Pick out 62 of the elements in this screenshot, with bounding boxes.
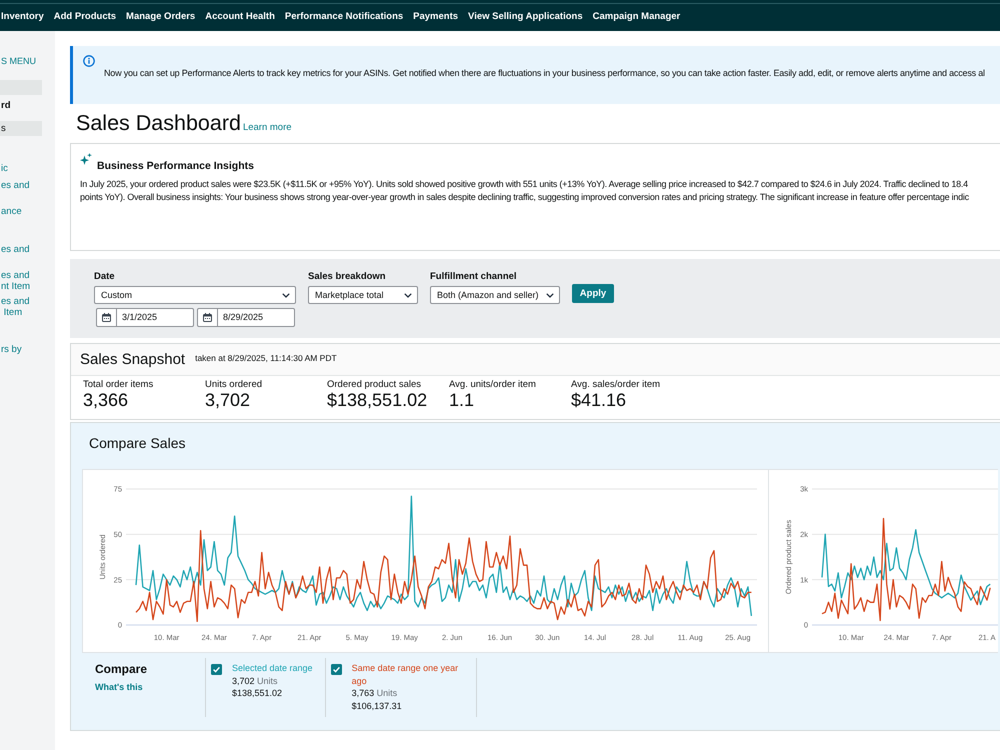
sales-amount: $138,551.02 [232, 687, 284, 700]
snapshot-title: Sales Snapshot [80, 351, 186, 368]
snapshot-timestamp: taken at 8/29/2025, 11:14:30 AM PDT [195, 353, 337, 363]
sales-amount: $106,137.31 [352, 700, 403, 712]
whats-this-link[interactable]: What's this [95, 682, 143, 693]
sidebar-link[interactable]: rs by [0, 344, 55, 355]
metric-label: Avg. sales/order item [571, 379, 662, 390]
sidebar-section[interactable]: s [0, 121, 42, 136]
start-date-field[interactable]: 3/1/2025 [96, 308, 194, 327]
banner-message: Now you can set up Performance Alerts to track key metrics for your ASINs. Get notified when there are fluctuations in your business performance, so you can take action faster. Easily add, edit, or remove alerts anytime and access al [104, 68, 986, 79]
units-count: 3,763 Units [352, 687, 398, 700]
info-icon [83, 55, 95, 67]
sidebar-link[interactable]: es and [0, 180, 55, 191]
learn-more-link[interactable]: Learn more [242, 122, 292, 133]
page-title: Sales Dashboard [76, 110, 241, 137]
metric-label: Ordered product sales [327, 379, 422, 390]
nav-link[interactable]: Campaign Manager [592, 11, 680, 22]
caret-icon [282, 293, 290, 298]
filter-label: Date [94, 272, 116, 282]
apply-button[interactable]: Apply [572, 284, 614, 303]
nav-link[interactable]: Add Products [54, 11, 116, 22]
nav-link[interactable]: Performance Notifications [284, 11, 404, 22]
nav-link[interactable]: View Selling Applications [468, 11, 583, 22]
date-select[interactable]: Custom [94, 286, 296, 304]
caret-icon [546, 293, 554, 298]
range-label: Selected date range [232, 662, 313, 674]
sidebar-link[interactable]: es and Item [0, 296, 55, 318]
nav-link[interactable]: Inventory [1, 11, 44, 22]
sidebar-link[interactable]: rd [0, 100, 55, 111]
metric-label: Avg. units/order item [449, 379, 537, 390]
metric-value: 3,702 [205, 390, 252, 410]
insights-text: In July 2025, your ordered product sales were $23.5K (+$11.5K or +95% YoY). Units sold showed positive growth with 551 units (+13% YoY). Average selling price increased to $42.7 compared to $24.6 in July 2024. Traffic declined to 18.4 points YoY). Overall business insights: Your business shows strong year-over-year growth in sales despite declining traffic, suggesting improved conversion rates and pricing strategy. The significant increase in feature offer percentage indic [80, 178, 970, 204]
units-count: 3,702 Units [232, 674, 279, 687]
caret-icon [404, 293, 412, 298]
metric-label: Total order items [83, 379, 154, 390]
nav-link[interactable]: Manage Orders [126, 11, 196, 22]
sidebar-link[interactable]: ic [0, 163, 55, 174]
range-label: Same date range one year ago [352, 662, 460, 687]
fulfillment-channel-select[interactable]: Both (Amazon and seller) [430, 286, 560, 304]
checkbox[interactable] [211, 664, 222, 675]
filter-label: Sales breakdown [308, 272, 387, 282]
metric-value: $138,551.02 [327, 390, 428, 410]
nav-link[interactable]: Account Health [205, 11, 275, 22]
sidebar-link[interactable]: es and nt Item [0, 270, 55, 292]
calendar-icon [102, 313, 111, 322]
insights-title: Business Performance Insights [97, 160, 254, 172]
sidebar-link[interactable]: ance [0, 206, 55, 217]
end-date-field[interactable]: 8/29/2025 [197, 308, 295, 327]
filter-label: Fulfillment channel [430, 272, 518, 282]
calendar-icon [203, 313, 212, 322]
metric-value: 3,366 [83, 390, 130, 410]
sidebar-link[interactable]: es and [0, 244, 55, 255]
metric-value: 1.1 [449, 390, 476, 410]
sparkle-icon [80, 153, 92, 165]
sales-breakdown-select[interactable]: Marketplace total [308, 286, 418, 304]
metric-value: $41.16 [571, 390, 628, 410]
sidebar-heading: S MENU [0, 55, 38, 67]
compare-title: Compare [95, 662, 148, 676]
section-title: Compare Sales [88, 434, 186, 452]
metric-label: Units ordered [205, 379, 264, 390]
checkbox[interactable] [330, 664, 342, 675]
nav-link[interactable]: Payments [413, 11, 458, 22]
